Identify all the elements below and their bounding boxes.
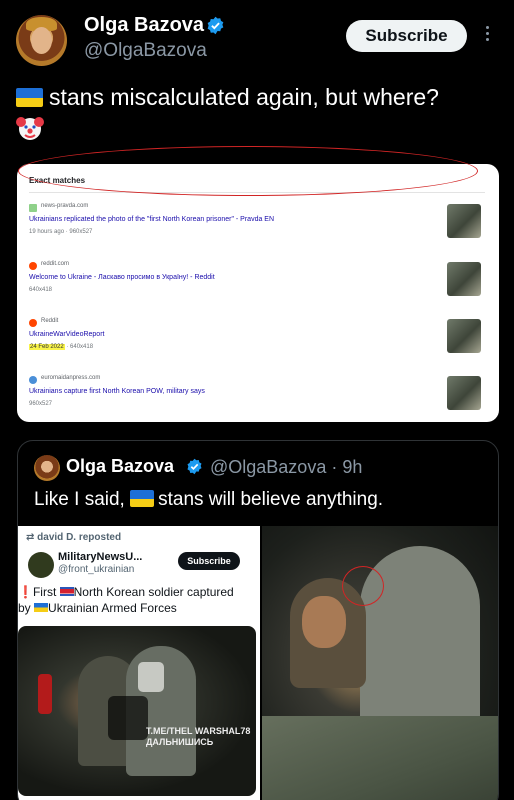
embedded-author-handle: @front_ukrainian — [58, 564, 135, 575]
soldier-photo[interactable] — [262, 526, 498, 800]
post-header: Olga Bazova @OlgaBazova Subscribe — [0, 0, 514, 70]
result-meta: 19 hours ago · 960x527 — [29, 229, 93, 235]
embedded-author-name: MilitaryNewsU... — [58, 551, 143, 563]
subscribe-button[interactable]: Subscribe — [346, 20, 467, 52]
verified-badge-icon — [207, 16, 224, 35]
embedded-text-3: by — [18, 601, 31, 615]
exclamation-icon: ❗ — [18, 585, 33, 599]
quoted-post[interactable]: Olga Bazova @OlgaBazova · 9h Like I said… — [17, 440, 499, 800]
ukraine-flag-icon — [34, 603, 49, 612]
result-meta: 24 Feb 2022 · 640x418 — [29, 344, 93, 350]
site-favicon-icon — [29, 204, 37, 212]
result-title: Ukrainians capture first North Korean PO… — [29, 388, 205, 395]
repost-line: ⇄ david D. reposted — [26, 532, 122, 543]
blurred-face — [138, 662, 164, 692]
embedded-text-2: North Korean soldier captured — [73, 585, 234, 599]
repost-text: david D. reposted — [37, 532, 122, 543]
post-text-body: stans miscalculated again, but where? — [49, 84, 439, 110]
fire-extinguisher — [38, 674, 52, 714]
author-avatar[interactable] — [16, 15, 67, 66]
result-source: Reddit — [41, 318, 59, 324]
quoted-author-name[interactable]: Olga Bazova — [66, 456, 174, 477]
result-title: Welcome to Ukraine - Ласкаво просимо в У… — [29, 274, 215, 281]
reddit-icon — [29, 262, 37, 270]
result-title: Ukrainians replicated the photo of the "… — [29, 216, 275, 223]
result-meta: 640x418 — [29, 287, 53, 293]
blanket — [262, 716, 498, 800]
embedded-text-1: First — [32, 585, 57, 599]
quoted-author-avatar[interactable] — [34, 455, 60, 481]
result-source: news-pravda.com — [41, 203, 89, 209]
search-result: news-pravda.com Ukrainians replicated th… — [29, 203, 489, 256]
post-text: stans miscalculated again, but where? — [16, 82, 496, 140]
ukraine-flag-icon — [16, 88, 43, 107]
quoted-post-text: Like I said, stans will believe anything… — [34, 489, 383, 511]
embedded-screenshot-image[interactable]: ⇄ david D. reposted MilitaryNewsU... @fr… — [18, 526, 260, 800]
result-thumbnail — [447, 376, 481, 410]
result-source: reddit.com — [41, 261, 70, 267]
result-thumbnail — [447, 262, 481, 296]
embedded-post-text: ❗First North Korean soldier captured by … — [18, 584, 260, 616]
site-favicon-icon — [29, 376, 37, 384]
ukraine-flag-icon — [130, 490, 155, 507]
soldier-face — [302, 596, 346, 648]
quoted-text-before: Like I said, — [34, 489, 125, 510]
embedded-photo: T.ME/THEL WARSHAL78 ДАЛЬНИШИСЬ — [18, 626, 256, 796]
reddit-icon — [29, 319, 37, 327]
result-source: euromaidanpress.com — [41, 375, 101, 381]
search-result-highlighted: Reddit UkraineWarVideoReport 24 Feb 2022… — [29, 318, 489, 371]
red-highlight-circle — [342, 566, 384, 606]
embedded-subscribe-button: Subscribe — [178, 552, 240, 570]
clown-face-icon — [16, 117, 44, 140]
result-date-highlight: 24 Feb 2022 — [29, 344, 65, 350]
red-highlight-ellipse — [18, 146, 478, 196]
more-options-icon[interactable] — [480, 26, 494, 46]
author-handle[interactable]: @OlgaBazova — [84, 40, 207, 62]
photo-watermark: T.ME/THEL WARSHAL78 ДАЛЬНИШИСЬ — [146, 726, 251, 747]
result-size: · 640x418 — [66, 344, 94, 350]
embedded-text-4: Ukrainian Armed Forces — [48, 601, 177, 615]
embedded-avatar — [28, 552, 54, 578]
verified-badge-icon — [187, 458, 202, 475]
result-meta: 960x527 — [29, 401, 53, 407]
avatar-face — [31, 27, 52, 54]
north-korea-flag-icon — [59, 587, 74, 596]
search-result: euromaidanpress.com Ukrainians capture f… — [29, 375, 489, 422]
author-name[interactable]: Olga Bazova — [84, 14, 204, 37]
quoted-author-handle[interactable]: @OlgaBazova · 9h — [210, 457, 362, 478]
result-thumbnail — [447, 319, 481, 353]
search-result: reddit.com Welcome to Ukraine - Ласкаво … — [29, 261, 489, 314]
reverse-image-search-screenshot[interactable]: Exact matches news-pravda.com Ukrainians… — [17, 164, 499, 422]
skull-watermark-icon — [108, 696, 148, 740]
result-thumbnail — [447, 204, 481, 238]
result-title: UkraineWarVideoReport — [29, 331, 105, 338]
quoted-text-after: stans will believe anything. — [158, 489, 384, 510]
